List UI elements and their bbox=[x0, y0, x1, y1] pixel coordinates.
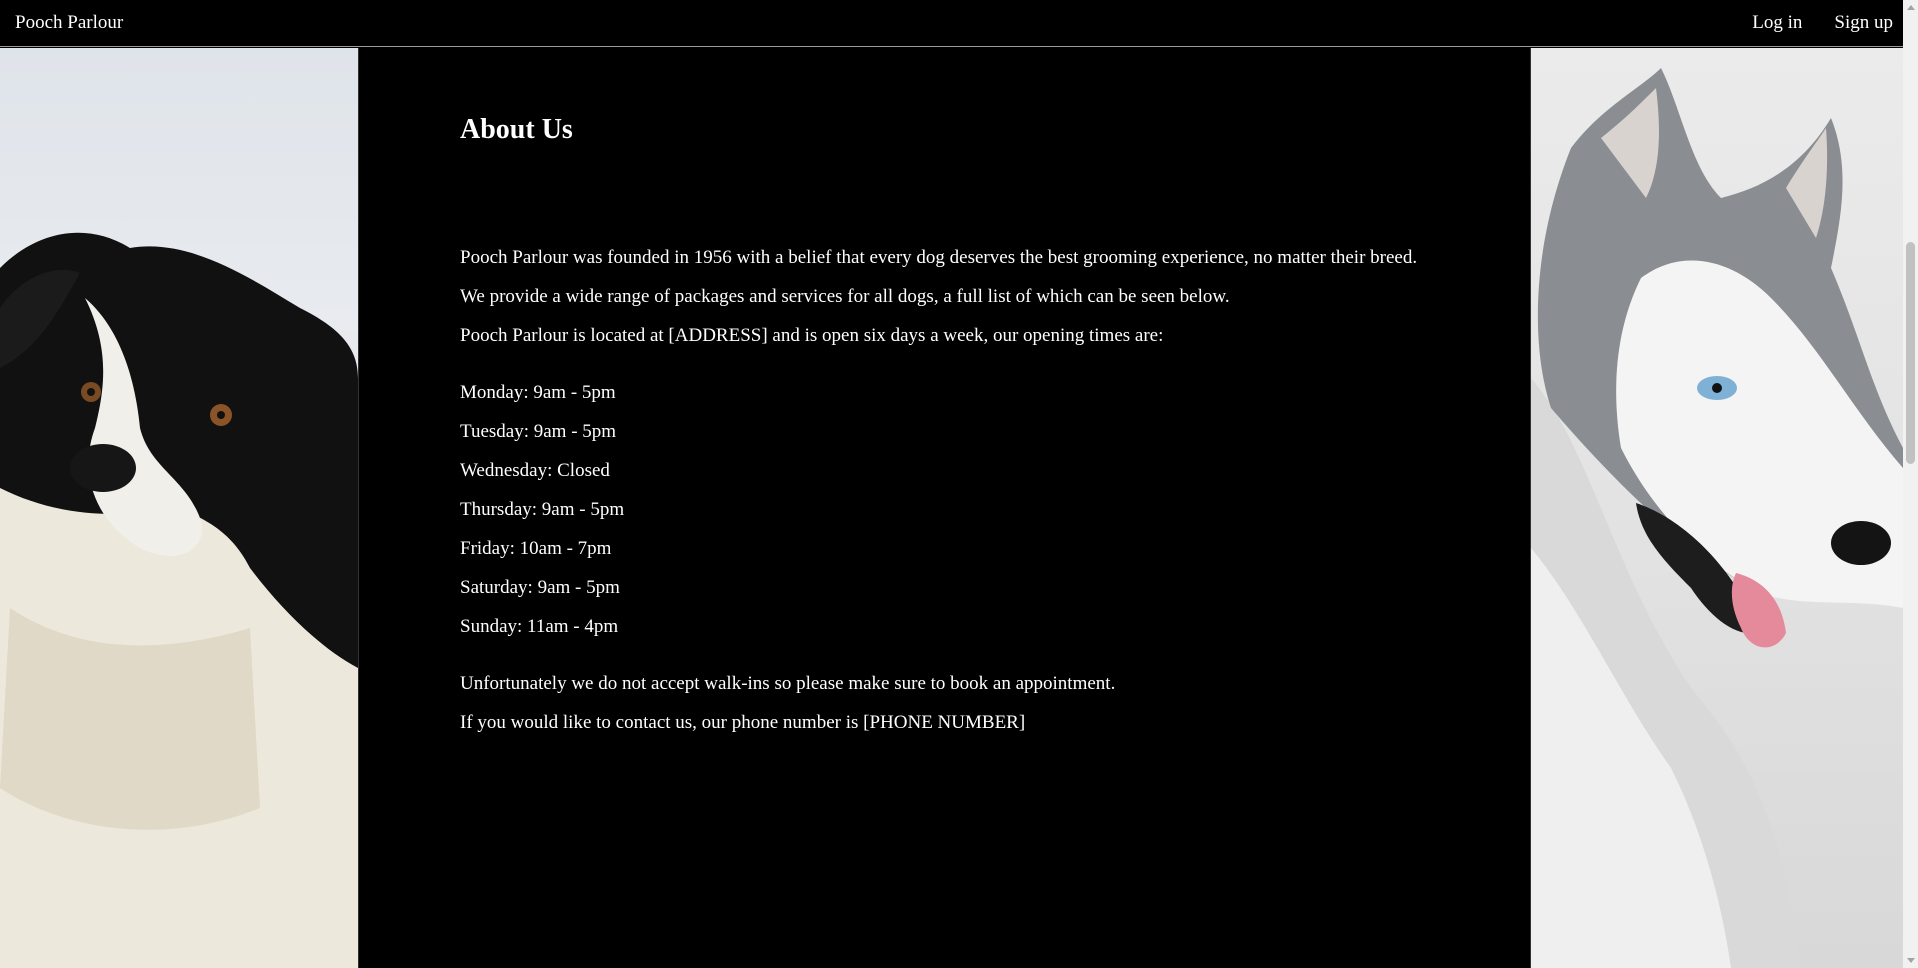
contact-line: If you would like to contact us, our pho… bbox=[460, 712, 1026, 733]
about-content: About Us Pooch Parlour was founded in 19… bbox=[460, 48, 1480, 742]
hours-tuesday: Tuesday: 9am - 5pm bbox=[460, 421, 617, 442]
scroll-up-icon[interactable] bbox=[1907, 5, 1915, 10]
nav-links: Log in Sign up bbox=[1720, 12, 1893, 34]
husky-photo bbox=[1531, 48, 1903, 968]
intro-line-2: We provide a wide range of packages and … bbox=[460, 286, 1230, 307]
signup-link[interactable]: Sign up bbox=[1834, 12, 1893, 34]
hours-friday: Friday: 10am - 7pm bbox=[460, 538, 612, 559]
brand-link[interactable]: Pooch Parlour bbox=[15, 12, 123, 34]
login-link[interactable]: Log in bbox=[1752, 12, 1802, 34]
closing-block: Unfortunately we do not accept walk-ins … bbox=[460, 664, 1480, 742]
opening-hours-list: Monday: 9am - 5pm Tuesday: 9am - 5pm Wed… bbox=[460, 373, 1480, 646]
vertical-scrollbar[interactable] bbox=[1903, 0, 1918, 968]
hours-thursday: Thursday: 9am - 5pm bbox=[460, 499, 625, 520]
hours-saturday: Saturday: 9am - 5pm bbox=[460, 577, 620, 598]
about-section: About Us Pooch Parlour was founded in 19… bbox=[358, 48, 1531, 968]
walk-in-notice: Unfortunately we do not accept walk-ins … bbox=[460, 673, 1116, 694]
top-navbar: Pooch Parlour Log in Sign up bbox=[0, 0, 1903, 47]
intro-block: Pooch Parlour was founded in 1956 with a… bbox=[460, 238, 1480, 355]
about-title: About Us bbox=[460, 114, 573, 145]
intro-line-1: Pooch Parlour was founded in 1956 with a… bbox=[460, 247, 1418, 268]
intro-line-3: Pooch Parlour is located at [ADDRESS] an… bbox=[460, 325, 1164, 346]
scroll-thumb[interactable] bbox=[1906, 242, 1915, 464]
hours-sunday: Sunday: 11am - 4pm bbox=[460, 616, 619, 637]
border-collie-photo bbox=[0, 48, 358, 968]
scroll-down-icon[interactable] bbox=[1907, 958, 1915, 963]
hours-monday: Monday: 9am - 5pm bbox=[460, 382, 616, 403]
hours-wednesday: Wednesday: Closed bbox=[460, 460, 610, 481]
